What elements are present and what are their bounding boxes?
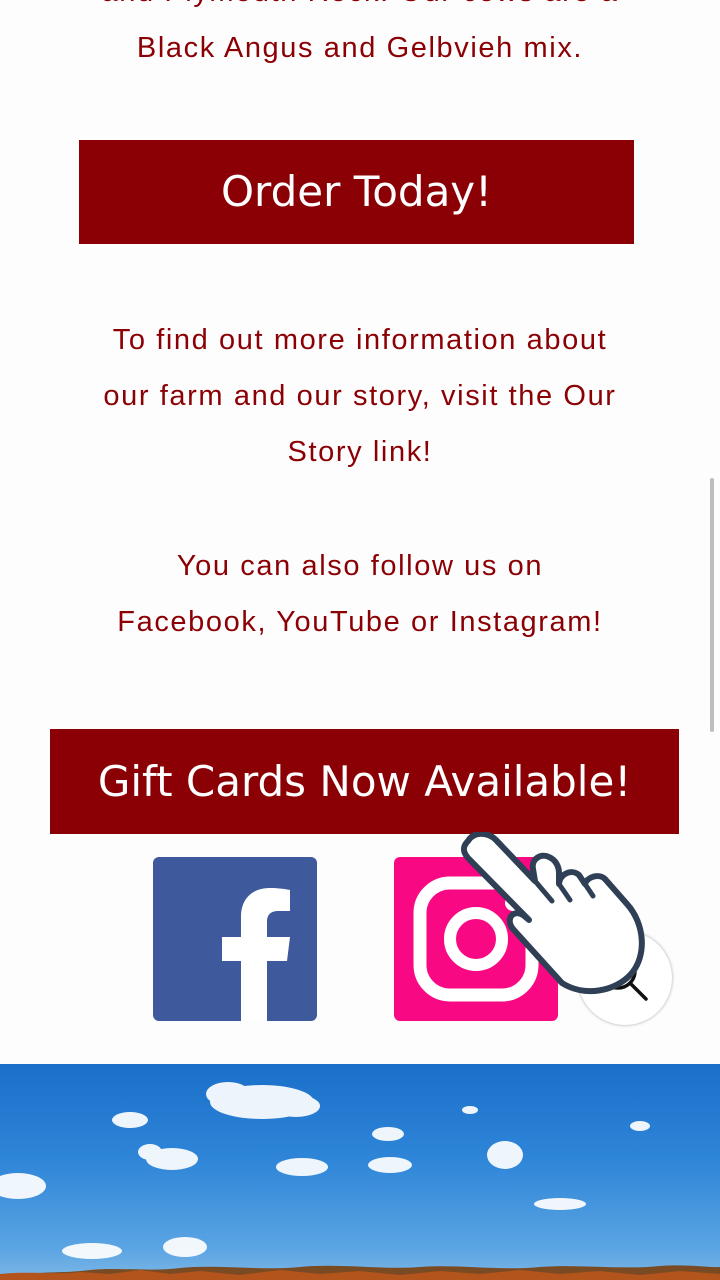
facebook-icon [222,888,290,1021]
story-line-3: Story link! [287,436,433,468]
follow-line-2: Facebook, YouTube or Instagram! [117,606,603,638]
intro-line-1: and Plymouth Rock. Our cows are a [0,0,720,20]
scrollbar[interactable] [710,478,714,732]
instagram-icon [413,876,539,1002]
intro-line-2: Black Angus and Gelbvieh mix. [136,32,584,64]
facebook-link[interactable] [153,857,317,1021]
intro-paragraph: and Plymouth Rock. Our cows are a Black … [0,0,720,76]
follow-line-1: You can also follow us on [176,550,544,582]
story-line-2: our farm and our story, visit the Our [103,380,617,412]
instagram-link[interactable] [394,857,558,1021]
order-today-button[interactable]: Order Today! [79,140,634,244]
gift-cards-button[interactable]: Gift Cards Now Available! [50,729,679,834]
story-paragraph: To find out more information about our f… [0,312,720,480]
search-icon [599,952,648,1001]
story-line-1: To find out more information about [112,324,608,356]
farm-landscape-image [0,1064,720,1280]
search-button[interactable] [578,931,672,1025]
follow-paragraph: You can also follow us on Facebook, YouT… [0,538,720,650]
